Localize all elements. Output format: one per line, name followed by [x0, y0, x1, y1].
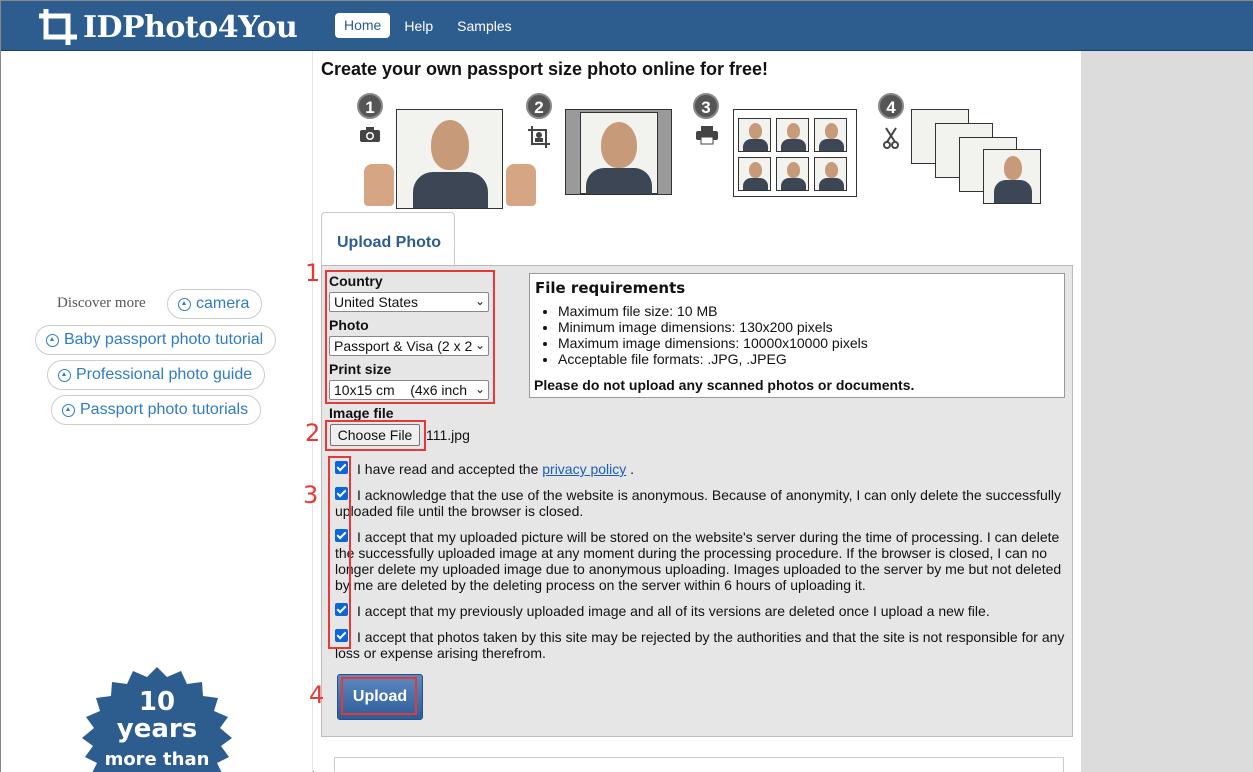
- link-label: Baby passport photo tutorial: [64, 331, 264, 348]
- consent-storage-text: I accept that my uploaded picture will b…: [335, 529, 1062, 593]
- badge-line-2: years: [116, 714, 198, 744]
- link-baby-passport-tutorial[interactable]: Baby passport photo tutorial: [35, 325, 277, 355]
- file-requirements-box: File requirements Maximum file size: 10 …: [529, 273, 1065, 398]
- sheet-photo-thumb: [814, 157, 847, 191]
- privacy-policy-link[interactable]: privacy policy: [542, 461, 626, 477]
- link-camera[interactable]: camera: [167, 289, 263, 319]
- thumbs-up-left-icon: [364, 164, 394, 206]
- link-passport-photo-tutorials[interactable]: Passport photo tutorials: [51, 395, 262, 425]
- consent-anonymous-text: I acknowledge that the use of the websit…: [335, 487, 1062, 519]
- consent-privacy-text: I have read and accepted the privacy pol…: [335, 461, 1065, 477]
- annotation-number-1: 1: [305, 259, 321, 287]
- requirement-item: Maximum file size: 10 MB: [558, 303, 868, 319]
- right-sidebar: [1081, 51, 1253, 772]
- top-navbar: IDPhoto4You Home Help Samples: [1, 1, 1253, 51]
- image-file-label: Image file: [329, 405, 394, 421]
- requirement-item: Acceptable file formats: .JPG, .JPEG: [558, 351, 868, 367]
- crop-icon: [37, 7, 79, 47]
- link-label: camera: [196, 295, 250, 312]
- requirements-title: File requirements: [535, 279, 686, 297]
- consent-text: I have read and accepted the: [357, 461, 543, 477]
- annotation-box-4: [341, 677, 417, 715]
- step-1-photo: [396, 109, 503, 209]
- arrow-up-circle-icon: [178, 297, 191, 311]
- thumbs-up-right-icon: [506, 164, 536, 206]
- camera-icon: [359, 127, 381, 148]
- sheet-photo-thumb: [776, 157, 809, 191]
- tab-upload-photo[interactable]: Upload Photo: [321, 212, 455, 266]
- annotation-box-2: [325, 420, 426, 451]
- annotation-number-3: 3: [303, 481, 319, 509]
- consent-text: .: [626, 461, 635, 477]
- discover-more-label: Discover more: [57, 295, 146, 311]
- step-1-badge: 1: [357, 93, 383, 119]
- badge-line-1: 10: [138, 687, 176, 717]
- sheet-photo-thumb: [776, 118, 809, 152]
- arrow-up-circle-icon: [62, 403, 75, 417]
- selected-file-name: 111.jpg: [426, 427, 470, 443]
- requirement-item: Minimum image dimensions: 130x200 pixels: [558, 319, 868, 335]
- years-badge: 10 years more than: [67, 665, 247, 772]
- step-2-badge: 2: [526, 93, 552, 119]
- badge-line-3: more than: [104, 749, 210, 770]
- step-4-cut-photos: [911, 109, 1046, 209]
- step-3-print-sheet: [733, 109, 857, 197]
- step-4-badge: 4: [878, 93, 904, 119]
- annotation-box-3: [328, 456, 351, 649]
- logo-text: IDPhoto4You: [83, 9, 298, 45]
- consent-rejection-text: I accept that photos taken by this site …: [335, 629, 1065, 661]
- link-label: Passport photo tutorials: [80, 401, 249, 418]
- main-nav: Home Help Samples: [335, 13, 512, 38]
- sheet-photo-thumb: [814, 118, 847, 152]
- scan-warning: Please do not upload any scanned photos …: [534, 377, 915, 393]
- site-logo[interactable]: IDPhoto4You: [37, 7, 298, 47]
- crop-portrait-icon: [527, 125, 551, 154]
- printer-icon: [695, 125, 719, 150]
- annotation-number-4: 4: [309, 681, 325, 709]
- annotation-number-2: 2: [305, 419, 321, 447]
- page-title: Create your own passport size photo onli…: [321, 59, 769, 79]
- scissors-icon: [882, 127, 900, 154]
- results-box: [334, 757, 1064, 772]
- link-label: Professional photo guide: [76, 366, 253, 383]
- arrow-up-circle-icon: [46, 333, 59, 347]
- sheet-photo-thumb: [738, 118, 771, 152]
- nav-help[interactable]: Help: [404, 13, 433, 38]
- consent-replace-text: I accept that my previously uploaded ima…: [357, 603, 990, 619]
- nav-samples[interactable]: Samples: [457, 13, 511, 38]
- link-professional-photo-guide[interactable]: Professional photo guide: [47, 360, 266, 390]
- sheet-photo-thumb: [738, 157, 771, 191]
- annotation-box-1: [325, 270, 495, 404]
- requirement-item: Maximum image dimensions: 10000x10000 pi…: [558, 335, 868, 351]
- arrow-up-circle-icon: [58, 368, 71, 382]
- nav-home[interactable]: Home: [335, 13, 391, 38]
- step-3-badge: 3: [693, 93, 719, 119]
- step-2-photo: [565, 109, 672, 195]
